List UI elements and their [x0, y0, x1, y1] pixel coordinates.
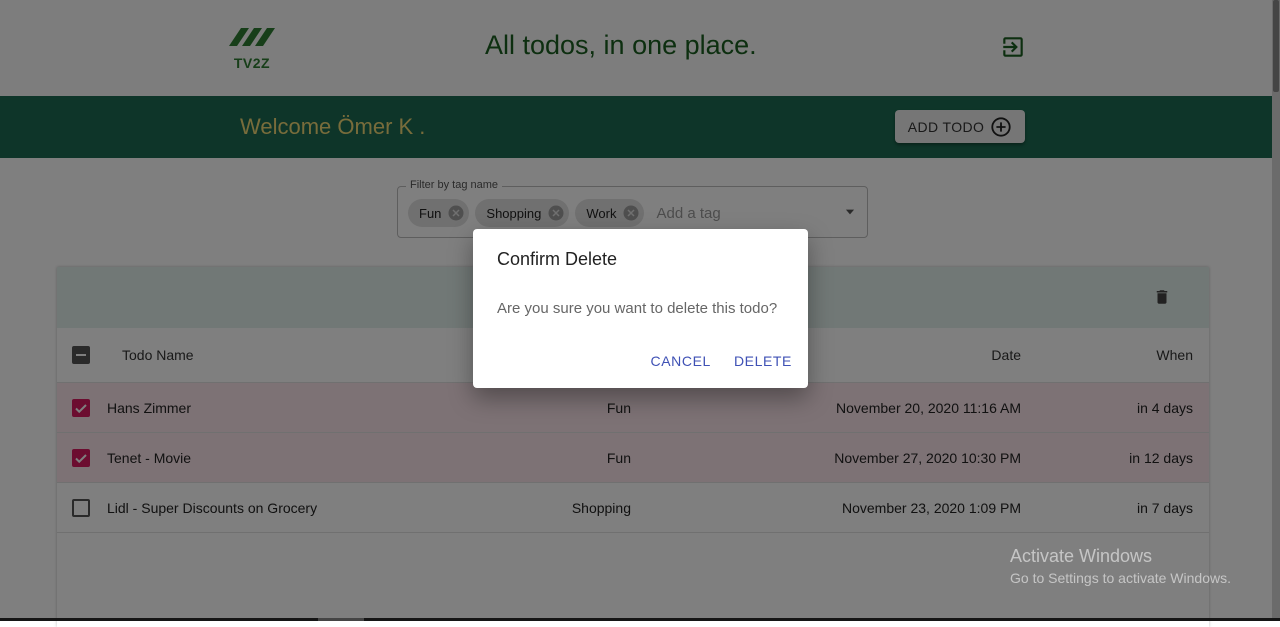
watermark-subtitle: Go to Settings to activate Windows. — [1010, 570, 1231, 586]
watermark-title: Activate Windows — [1010, 546, 1153, 566]
dialog-message: Are you sure you want to delete this tod… — [497, 300, 778, 317]
dialog-title: Confirm Delete — [497, 249, 618, 269]
dialog-actions: CANCEL DELETE — [651, 353, 792, 369]
delete-button[interactable]: DELETE — [734, 353, 792, 369]
confirm-delete-dialog: Confirm Delete Are you sure you want to … — [473, 229, 808, 388]
cancel-button[interactable]: CANCEL — [651, 353, 711, 369]
activate-windows-watermark: Activate Windows Go to Settings to activ… — [1010, 546, 1231, 586]
